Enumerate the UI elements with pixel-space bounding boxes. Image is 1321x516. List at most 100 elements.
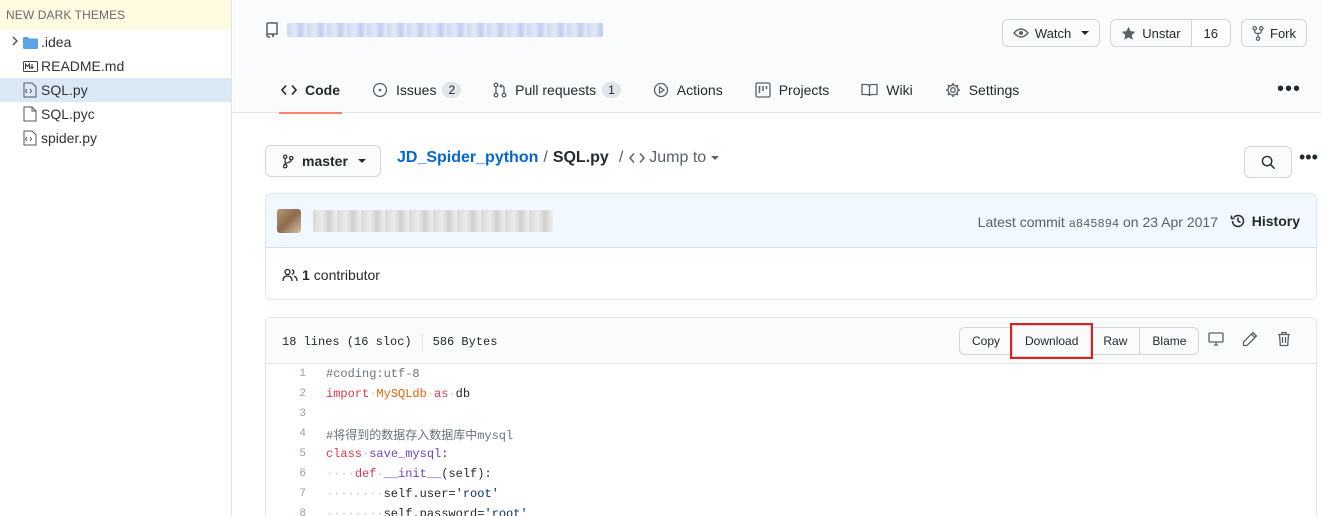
tab-wiki[interactable]: Wiki: [845, 66, 928, 113]
python-file-icon: [22, 82, 38, 98]
markdown-icon: [22, 58, 38, 74]
tree-item-idea[interactable]: .idea: [0, 30, 231, 54]
trash-icon[interactable]: [1276, 331, 1292, 352]
history-label: History: [1251, 213, 1300, 229]
line-number[interactable]: 7: [266, 488, 306, 500]
star-icon: [1121, 26, 1136, 40]
latest-commit-box: Latest commit a845894 on 23 Apr 2017 His…: [265, 193, 1317, 300]
line-content: ········self.user='root': [326, 487, 499, 501]
avatar[interactable]: [277, 209, 301, 233]
repo-name-redacted: [287, 23, 603, 37]
tab-issues[interactable]: Issues 2: [356, 66, 477, 113]
fork-icon: [1252, 25, 1264, 41]
commit-header: Latest commit a845894 on 23 Apr 2017 His…: [266, 194, 1316, 248]
branch-name: master: [302, 153, 348, 169]
tree-item-sql-py[interactable]: SQL.py: [0, 78, 231, 102]
file-explorer: NEW DARK THEMES .idea README.md SQL.py S…: [0, 0, 232, 516]
file-actions: Copy Download Raw Blame: [959, 323, 1200, 359]
line-number[interactable]: 5: [266, 448, 306, 460]
line-number[interactable]: 3: [266, 408, 306, 420]
issue-icon: [372, 82, 388, 97]
people-icon: [282, 268, 298, 282]
commit-sha-link[interactable]: a845894: [1069, 217, 1119, 231]
line-content: #将得到的数据存入数据库中mysql: [326, 428, 514, 443]
search-button[interactable]: [1244, 146, 1292, 178]
breadcrumb-repo-link[interactable]: JD_Spider_python: [397, 149, 538, 167]
tab-label: Actions: [676, 81, 723, 98]
line-number[interactable]: 2: [266, 388, 306, 400]
repo-actions: Watch Unstar 16 Fork: [1001, 19, 1307, 47]
search-icon: [1261, 155, 1275, 169]
fork-label: Fork: [1270, 25, 1296, 41]
commit-message-redacted: [313, 210, 553, 232]
file-icon: [22, 106, 38, 122]
branch-icon: [282, 154, 294, 168]
repo-main: Watch Unstar 16 Fork Code Issues 2 Pull …: [233, 0, 1321, 516]
chevron-right-icon[interactable]: [10, 36, 22, 49]
tab-code[interactable]: Code: [265, 66, 356, 114]
repo-title[interactable]: [265, 22, 603, 38]
tree-item-spider-py[interactable]: spider.py: [0, 126, 231, 150]
line-number[interactable]: 8: [266, 508, 306, 516]
tab-projects[interactable]: Projects: [739, 66, 846, 113]
download-button[interactable]: Download: [1010, 323, 1094, 359]
file-size: 586 Bytes: [432, 335, 498, 349]
branch-select-button[interactable]: master: [265, 145, 381, 177]
code-view: 1 #coding:utf-8 2 import·MySQLdb·as·db 3…: [266, 364, 1316, 516]
star-group: Unstar 16: [1110, 19, 1231, 47]
file-info: 18 lines (16 sloc) 586 Bytes: [282, 333, 497, 351]
tree-item-label: .idea: [41, 34, 72, 50]
watch-button[interactable]: Watch: [1001, 19, 1101, 47]
jump-to-label: Jump to: [649, 149, 707, 166]
desktop-icon[interactable]: [1208, 331, 1224, 352]
book-icon: [861, 83, 878, 96]
divider: [421, 333, 423, 351]
app-root: NEW DARK THEMES .idea README.md SQL.py S…: [0, 0, 1321, 516]
tree-item-readme[interactable]: README.md: [0, 54, 231, 78]
tab-actions[interactable]: Actions: [637, 66, 739, 113]
folder-icon: [22, 34, 38, 50]
file-lines-info: 18 lines (16 sloc): [282, 335, 412, 349]
copy-button[interactable]: Copy: [959, 327, 1014, 355]
fork-button[interactable]: Fork: [1241, 19, 1307, 47]
line-number[interactable]: 6: [266, 468, 306, 480]
file-navigation: master JD_Spider_python / SQL.py / Jump …: [265, 145, 1318, 178]
contributors-label: contributor: [313, 267, 380, 283]
tree-item-sql-pyc[interactable]: SQL.pyc: [0, 102, 231, 126]
eye-icon: [1012, 28, 1029, 38]
tab-label: Pull requests: [515, 81, 597, 98]
blame-button[interactable]: Blame: [1139, 327, 1200, 355]
tab-settings[interactable]: Settings: [929, 66, 1036, 113]
file-icon-actions: [1208, 331, 1292, 352]
tab-label: Settings: [968, 81, 1020, 98]
breadcrumb: JD_Spider_python / SQL.py / Jump to: [397, 149, 720, 167]
chevron-down-icon: [711, 156, 720, 160]
history-icon: [1230, 214, 1245, 228]
tab-label: Projects: [778, 81, 830, 98]
breadcrumb-file: SQL.py: [552, 149, 609, 166]
star-count[interactable]: 16: [1191, 19, 1231, 47]
pull-request-icon: [493, 82, 507, 97]
line-content: import·MySQLdb·as·db: [326, 387, 471, 401]
code-icon: [629, 153, 646, 163]
line-number[interactable]: 1: [266, 368, 306, 380]
more-options-icon[interactable]: •••: [1299, 147, 1318, 168]
jump-to-button[interactable]: Jump to: [629, 149, 720, 167]
code-line: 6 ····def·__init__(self):: [266, 464, 1316, 484]
tab-label: Code: [305, 81, 340, 98]
contributors-link[interactable]: 1 contributor: [282, 267, 380, 283]
chevron-down-icon: [1081, 31, 1090, 35]
tree-item-label: README.md: [41, 58, 125, 74]
explorer-header: NEW DARK THEMES: [0, 0, 231, 30]
more-options-icon[interactable]: •••: [1277, 78, 1301, 101]
pull-requests-count-badge: 1: [602, 81, 621, 98]
history-link[interactable]: History: [1230, 213, 1300, 229]
unstar-button[interactable]: Unstar: [1110, 19, 1192, 47]
file-header: 18 lines (16 sloc) 586 Bytes Copy Downlo…: [266, 318, 1316, 364]
breadcrumb-separator: /: [618, 149, 624, 166]
pencil-icon[interactable]: [1242, 331, 1258, 352]
raw-button[interactable]: Raw: [1090, 327, 1141, 355]
line-number[interactable]: 4: [266, 428, 306, 440]
tab-pull-requests[interactable]: Pull requests 1: [477, 66, 637, 113]
issues-count-badge: 2: [442, 81, 462, 98]
